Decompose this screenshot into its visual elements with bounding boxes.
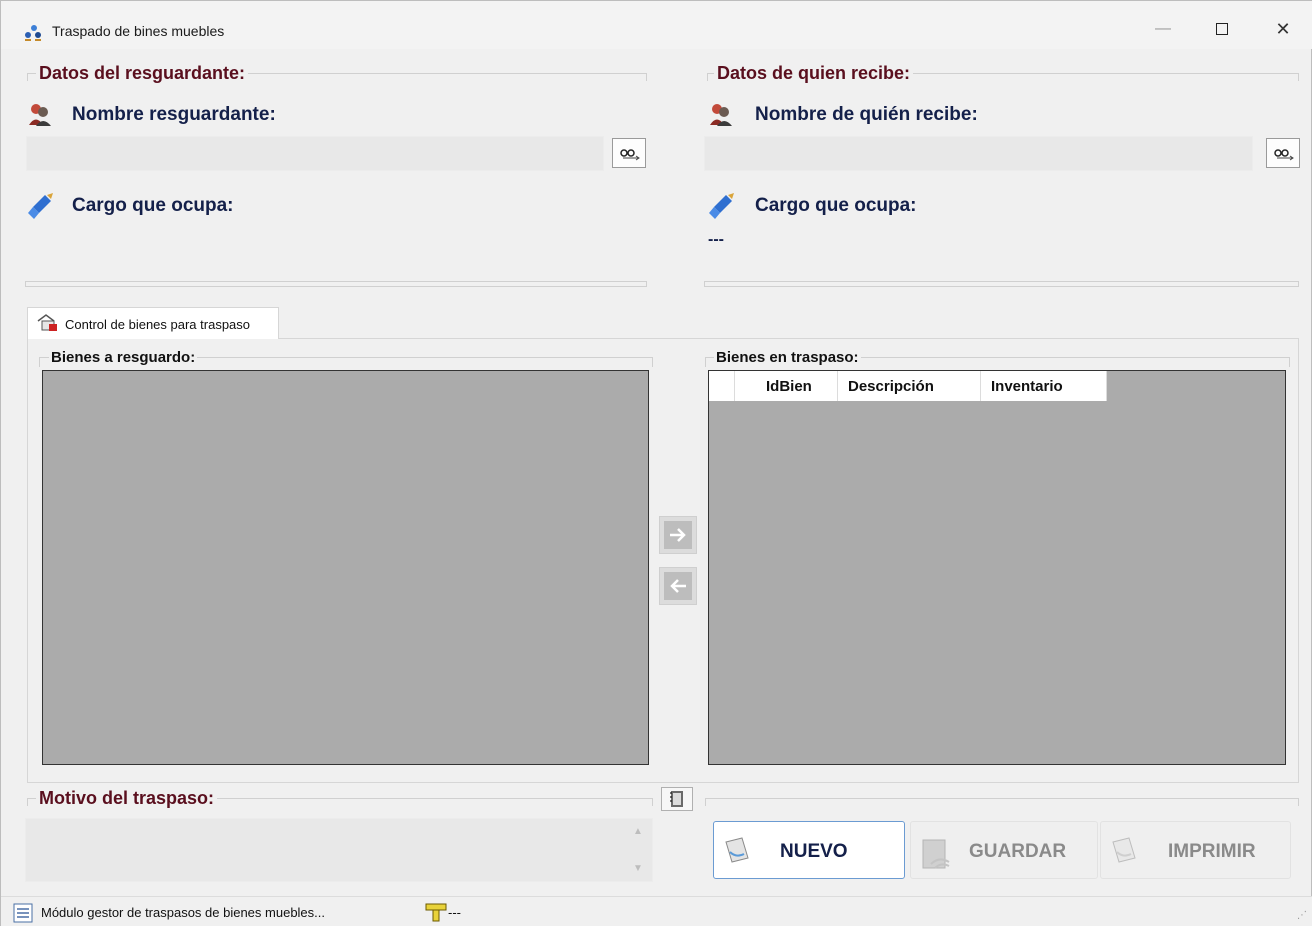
status-message: Módulo gestor de traspasos de bienes mue… (41, 905, 326, 920)
search-resguardante-button[interactable] (612, 138, 646, 168)
motivo-textarea[interactable] (25, 818, 653, 882)
recibe-cargo-label: Cargo que ocupa: (755, 195, 917, 216)
traspaso-group-title: Bienes en traspaso: (714, 349, 861, 366)
imprimir-button[interactable]: IMPRIMIR (1100, 821, 1291, 879)
new-document-icon (722, 834, 752, 871)
arrow-left-icon (670, 579, 686, 593)
maximize-icon (1216, 23, 1228, 35)
resize-grip-icon[interactable]: ⋰ (1297, 910, 1307, 921)
resguardante-name-field[interactable] (26, 136, 604, 171)
person-icon (27, 101, 53, 127)
traspaso-grid-header: IdBien Descripción Inventario (709, 371, 1107, 401)
tab-label: Control de bienes para traspaso (65, 317, 251, 332)
maximize-button[interactable] (1199, 11, 1245, 47)
close-button[interactable]: ✕ (1260, 11, 1306, 47)
main-window: Traspado de bines muebles — ✕ Datos del … (0, 0, 1312, 926)
recibe-group-title: Datos de quien recibe: (714, 63, 914, 84)
recibe-cargo-value: --- (708, 231, 724, 248)
ruler-icon (425, 902, 447, 926)
arrow-right-icon (670, 528, 686, 542)
resguardo-grid[interactable] (42, 370, 649, 765)
move-right-button[interactable] (659, 516, 697, 554)
scroll-up-icon[interactable]: ▲ (633, 826, 643, 837)
recibe-divider (704, 281, 1299, 287)
imprimir-label: IMPRIMIR (1168, 841, 1256, 862)
minimize-button[interactable]: — (1140, 11, 1186, 47)
tab-control-bienes[interactable]: Control de bienes para traspaso (27, 307, 279, 339)
status-bar: Módulo gestor de traspasos de bienes mue… (1, 896, 1312, 926)
row-header-cell (709, 371, 735, 401)
nuevo-label: NUEVO (780, 841, 848, 862)
traspaso-grid[interactable]: IdBien Descripción Inventario (708, 370, 1286, 765)
nuevo-button[interactable]: NUEVO (713, 821, 905, 879)
resguardo-group-title: Bienes a resguardo: (49, 349, 198, 366)
search-recibe-button[interactable] (1266, 138, 1300, 168)
print-icon (1109, 834, 1139, 871)
broom-icon (27, 193, 53, 219)
resguardante-divider (25, 281, 647, 287)
save-icon (919, 834, 955, 877)
notes-button[interactable] (661, 787, 693, 811)
transfer-icon (36, 313, 60, 338)
notebook-icon (670, 791, 683, 807)
resguardante-name-label: Nombre resguardante: (72, 104, 276, 125)
title-bar: Traspado de bines muebles — ✕ (1, 1, 1312, 49)
column-header-idbien[interactable]: IdBien (735, 371, 838, 401)
move-left-button[interactable] (659, 567, 697, 605)
status-secondary: --- (448, 905, 461, 920)
motivo-group-title: Motivo del traspaso: (36, 788, 218, 809)
column-header-inventario[interactable]: Inventario (981, 371, 1107, 401)
recibe-name-label: Nombre de quién recibe: (755, 104, 978, 125)
binoculars-icon (1274, 149, 1294, 161)
scroll-down-icon[interactable]: ▼ (633, 863, 643, 874)
person-icon (708, 101, 734, 127)
window-title: Traspado de bines muebles (52, 23, 225, 39)
guardar-label: GUARDAR (969, 841, 1067, 862)
resguardante-group-title: Datos del resguardante: (36, 63, 249, 84)
app-icon (23, 21, 43, 41)
binoculars-icon (620, 149, 640, 161)
recibe-name-field[interactable] (704, 136, 1253, 171)
actions-group-frame (705, 798, 1299, 806)
list-icon (13, 903, 33, 926)
column-header-descripcion[interactable]: Descripción (838, 371, 981, 401)
resguardante-cargo-label: Cargo que ocupa: (72, 195, 234, 216)
guardar-button[interactable]: GUARDAR (910, 821, 1098, 879)
broom-icon (708, 193, 734, 219)
